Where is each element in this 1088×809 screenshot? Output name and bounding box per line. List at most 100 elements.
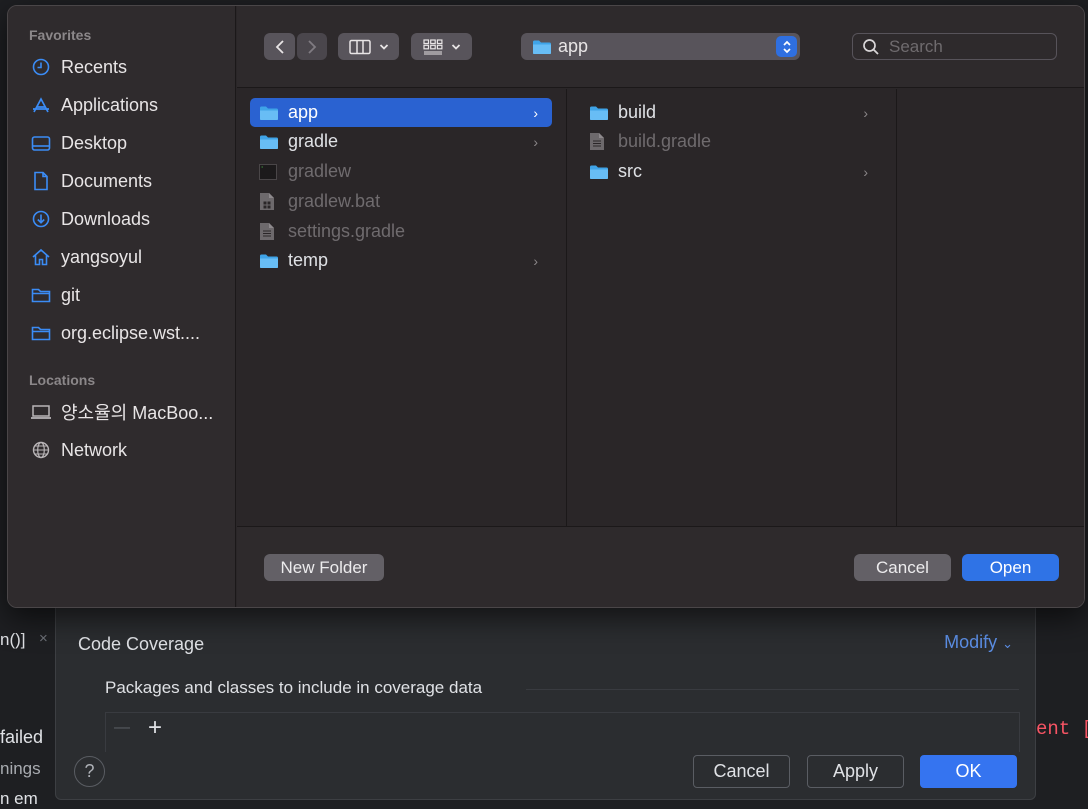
- search-placeholder[interactable]: Search: [889, 37, 943, 57]
- search-field[interactable]: Search: [852, 33, 1057, 60]
- list-item-label: gradlew.bat: [288, 191, 381, 211]
- path-selector[interactable]: app: [521, 33, 800, 60]
- sidebar-item-desktop[interactable]: Desktop: [30, 128, 127, 158]
- favorites-heading: Favorites: [29, 27, 92, 43]
- view-mode-button[interactable]: [338, 33, 399, 60]
- list-item-src[interactable]: src ›: [580, 157, 882, 186]
- sidebar-item-macbook[interactable]: 양소율의 MacBoo...: [30, 397, 213, 427]
- sidebar-item-network[interactable]: Network: [30, 435, 127, 465]
- chevron-down-icon[interactable]: ⌄: [1002, 636, 1013, 651]
- ide-tab-close-icon[interactable]: ×: [39, 630, 48, 647]
- sidebar-item-label: Downloads: [61, 208, 151, 229]
- applications-icon: [30, 94, 52, 116]
- coverage-packages-label: Packages and classes to include in cover…: [105, 678, 483, 697]
- browser-column-1: app › gradle › gradlew gradlew.bat setti…: [237, 89, 567, 526]
- list-item-build-gradle: build.gradle: [580, 127, 882, 156]
- chevron-right-icon: ›: [863, 104, 868, 121]
- sidebar-item-home[interactable]: yangsoyul: [30, 242, 142, 272]
- new-folder-button[interactable]: New Folder: [264, 554, 384, 581]
- desktop-icon: [30, 132, 52, 154]
- locations-heading: Locations: [29, 372, 96, 388]
- clock-icon: [30, 56, 52, 78]
- document-icon: [30, 170, 52, 192]
- chevron-down-icon: [379, 43, 388, 50]
- list-item-label: settings.gradle: [288, 221, 406, 241]
- stepper-icon: [776, 36, 797, 57]
- open-button[interactable]: Open: [962, 554, 1059, 581]
- text-file-icon: [589, 133, 610, 151]
- windows-file-icon: [259, 193, 280, 211]
- list-item-gradle[interactable]: gradle ›: [250, 127, 552, 156]
- finder-sidebar: Favorites Recents Applications Desktop D…: [8, 6, 236, 607]
- browser-column-3: [897, 89, 1084, 526]
- ok-button[interactable]: OK: [920, 755, 1017, 788]
- columns-view-icon: [348, 39, 371, 54]
- search-icon: [863, 38, 879, 55]
- apply-button[interactable]: Apply: [807, 755, 904, 788]
- folder-icon: [532, 39, 552, 55]
- sidebar-item-label: org.eclipse.wst....: [61, 322, 201, 343]
- sidebar-item-eclipse-folder[interactable]: org.eclipse.wst....: [30, 318, 200, 348]
- sidebar-item-documents[interactable]: Documents: [30, 166, 152, 196]
- sidebar-item-label: Desktop: [61, 132, 128, 153]
- list-item-build[interactable]: build ›: [580, 98, 882, 127]
- network-icon: [30, 439, 52, 461]
- open-file-dialog: Favorites Recents Applications Desktop D…: [7, 5, 1085, 608]
- folder-icon: [589, 163, 610, 181]
- chevron-right-icon: [308, 39, 317, 54]
- browser-column-2: build › build.gradle src ›: [567, 89, 897, 526]
- list-item-app[interactable]: app ›: [250, 98, 552, 127]
- text-file-icon: [259, 223, 280, 241]
- list-item-label: gradle: [288, 131, 339, 151]
- cancel-button[interactable]: Cancel: [693, 755, 790, 788]
- list-item-settings-gradle: settings.gradle: [250, 217, 552, 246]
- list-item-label: build: [618, 102, 657, 122]
- list-item-label: gradlew: [288, 161, 352, 181]
- ide-console-line: failed: [0, 727, 44, 747]
- list-item-temp[interactable]: temp ›: [250, 246, 552, 275]
- chevron-right-icon: ›: [533, 133, 538, 150]
- separator: [526, 689, 1019, 690]
- cancel-button[interactable]: Cancel: [854, 554, 951, 581]
- download-icon: [30, 208, 52, 230]
- chevron-down-icon: [451, 43, 460, 50]
- help-button[interactable]: ?: [74, 756, 105, 787]
- sidebar-item-label: 양소율의 MacBoo...: [61, 403, 214, 423]
- add-icon[interactable]: +: [148, 714, 162, 742]
- list-item-label: build.gradle: [618, 131, 712, 151]
- coverage-packages-table[interactable]: — +: [105, 712, 1020, 752]
- finder-main: app Search app › gradle › gradlew gradle…: [237, 6, 1084, 607]
- modify-label[interactable]: Modify: [944, 632, 997, 652]
- folder-icon: [259, 133, 280, 151]
- ide-code-fragment: ent [: [1036, 718, 1088, 740]
- grid-view-icon: [422, 38, 442, 55]
- sidebar-item-recents[interactable]: Recents: [30, 52, 127, 82]
- home-icon: [30, 246, 52, 268]
- ide-console-line: nings: [0, 759, 41, 778]
- ide-tab-fragment[interactable]: n()]: [0, 630, 26, 650]
- code-coverage-title: Code Coverage: [78, 634, 205, 654]
- folder-icon: [30, 322, 52, 344]
- remove-icon[interactable]: —: [114, 719, 130, 737]
- folder-icon: [259, 252, 280, 270]
- chevron-left-icon: [275, 39, 284, 54]
- folder-icon: [259, 104, 280, 122]
- sidebar-item-label: git: [61, 284, 81, 305]
- forward-button[interactable]: [297, 33, 327, 60]
- sidebar-item-label: yangsoyul: [61, 246, 143, 267]
- sidebar-item-git[interactable]: git: [30, 280, 80, 310]
- ide-console-line: n em: [0, 789, 38, 808]
- sidebar-item-label: Documents: [61, 170, 153, 191]
- sidebar-item-label: Recents: [61, 56, 128, 77]
- path-label: app: [558, 36, 589, 56]
- sidebar-item-applications[interactable]: Applications: [30, 90, 158, 120]
- finder-toolbar: app Search: [237, 6, 1084, 88]
- modify-link[interactable]: Modify ⌄: [944, 632, 1013, 653]
- group-by-button[interactable]: [411, 33, 472, 60]
- back-button[interactable]: [264, 33, 295, 60]
- laptop-icon: [30, 401, 52, 423]
- sidebar-item-downloads[interactable]: Downloads: [30, 204, 150, 234]
- list-item-gradlew-bat: gradlew.bat: [250, 187, 552, 216]
- chevron-right-icon: ›: [533, 104, 538, 121]
- dialog-footer: New Folder Cancel Open: [237, 526, 1084, 607]
